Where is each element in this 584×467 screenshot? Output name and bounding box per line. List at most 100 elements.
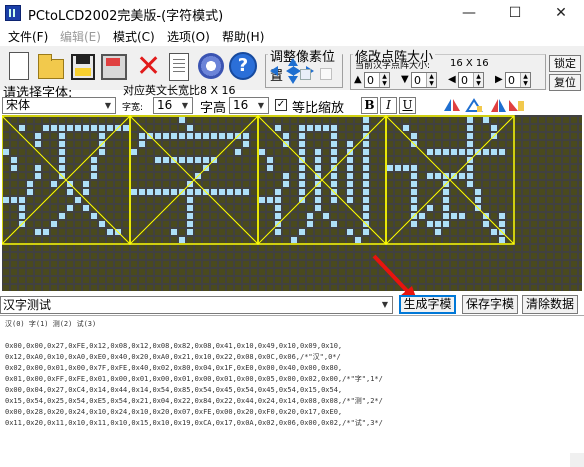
lit-pixel[interactable] <box>275 125 281 131</box>
lit-pixel[interactable] <box>299 229 305 235</box>
lit-pixel[interactable] <box>411 173 417 179</box>
lit-pixel[interactable] <box>107 229 113 235</box>
lit-pixel[interactable] <box>331 221 337 227</box>
lit-pixel[interactable] <box>331 149 337 155</box>
lit-pixel[interactable] <box>483 221 489 227</box>
lit-pixel[interactable] <box>363 141 369 147</box>
lattice-spin-3[interactable]: 0 ▲ ▼ <box>458 72 484 88</box>
lit-pixel[interactable] <box>35 165 41 171</box>
lit-pixel[interactable] <box>363 125 369 131</box>
lit-pixel[interactable] <box>123 125 129 131</box>
lit-pixel[interactable] <box>315 165 321 171</box>
shift-left-button[interactable] <box>270 66 281 77</box>
menu-options[interactable]: 选项(O) <box>167 28 210 45</box>
lit-pixel[interactable] <box>59 165 65 171</box>
lit-pixel[interactable] <box>187 125 193 131</box>
lit-pixel[interactable] <box>267 165 273 171</box>
lit-pixel[interactable] <box>363 117 369 123</box>
lit-pixel[interactable] <box>411 133 417 139</box>
lit-pixel[interactable] <box>11 197 17 203</box>
lit-pixel[interactable] <box>99 133 105 139</box>
lit-pixel[interactable] <box>75 125 81 131</box>
save-as-button[interactable] <box>97 48 130 84</box>
lit-pixel[interactable] <box>275 197 281 203</box>
lit-pixel[interactable] <box>363 189 369 195</box>
lit-pixel[interactable] <box>299 133 305 139</box>
height-select[interactable]: 16 ▼ <box>229 97 269 114</box>
lit-pixel[interactable] <box>499 213 505 219</box>
lit-pixel[interactable] <box>435 221 441 227</box>
page-button[interactable] <box>161 48 194 84</box>
lit-pixel[interactable] <box>475 197 481 203</box>
lit-pixel[interactable] <box>91 165 97 171</box>
lit-pixel[interactable] <box>323 125 329 131</box>
lit-pixel[interactable] <box>171 229 177 235</box>
text-input[interactable]: 汉字测试 ▼ <box>0 296 393 314</box>
lit-pixel[interactable] <box>443 213 449 219</box>
italic-button[interactable]: I <box>380 97 397 114</box>
lit-pixel[interactable] <box>187 221 193 227</box>
lit-pixel[interactable] <box>243 141 249 147</box>
lit-pixel[interactable] <box>211 133 217 139</box>
lit-pixel[interactable] <box>155 189 161 195</box>
lock-button[interactable]: 锁定 <box>549 55 581 72</box>
width-select[interactable]: 16 ▼ <box>153 97 193 114</box>
lit-pixel[interactable] <box>155 133 161 139</box>
lit-pixel[interactable] <box>259 149 265 155</box>
lit-pixel[interactable] <box>59 157 65 163</box>
lit-pixel[interactable] <box>259 197 265 203</box>
lit-pixel[interactable] <box>299 181 305 187</box>
resize-grip[interactable] <box>570 453 584 467</box>
lit-pixel[interactable] <box>67 189 73 195</box>
lit-pixel[interactable] <box>59 149 65 155</box>
lit-pixel[interactable] <box>443 149 449 155</box>
lit-pixel[interactable] <box>163 133 169 139</box>
lit-pixel[interactable] <box>331 197 337 203</box>
lit-pixel[interactable] <box>11 157 17 163</box>
lit-pixel[interactable] <box>59 141 65 147</box>
lit-pixel[interactable] <box>299 149 305 155</box>
lit-pixel[interactable] <box>467 125 473 131</box>
lit-pixel[interactable] <box>459 173 465 179</box>
lit-pixel[interactable] <box>139 141 145 147</box>
lit-pixel[interactable] <box>299 173 305 179</box>
lit-pixel[interactable] <box>91 157 97 163</box>
lit-pixel[interactable] <box>163 157 169 163</box>
open-button[interactable] <box>33 48 66 84</box>
lit-pixel[interactable] <box>491 149 497 155</box>
rotate-right-icon[interactable] <box>506 97 526 114</box>
lit-pixel[interactable] <box>499 149 505 155</box>
lit-pixel[interactable] <box>363 149 369 155</box>
lit-pixel[interactable] <box>299 141 305 147</box>
lit-pixel[interactable] <box>203 157 209 163</box>
lit-pixel[interactable] <box>147 189 153 195</box>
lattice-grid[interactable] <box>2 115 582 291</box>
lit-pixel[interactable] <box>67 125 73 131</box>
nav-left-icon[interactable]: ◀ <box>448 74 456 85</box>
lit-pixel[interactable] <box>27 181 33 187</box>
lit-pixel[interactable] <box>275 229 281 235</box>
lit-pixel[interactable] <box>187 229 193 235</box>
lit-pixel[interactable] <box>315 189 321 195</box>
lit-pixel[interactable] <box>411 165 417 171</box>
save-button[interactable] <box>65 48 98 84</box>
lit-pixel[interactable] <box>3 197 9 203</box>
lit-pixel[interactable] <box>467 133 473 139</box>
lit-pixel[interactable] <box>227 189 233 195</box>
lit-pixel[interactable] <box>195 189 201 195</box>
minimize-button[interactable]: — <box>446 0 492 27</box>
lattice-spin-2[interactable]: 0 ▲ ▼ <box>411 72 437 88</box>
lit-pixel[interactable] <box>99 221 105 227</box>
proportional-checkbox[interactable]: ✓ <box>275 99 287 111</box>
lit-pixel[interactable] <box>67 205 73 211</box>
settings-button[interactable] <box>193 48 226 84</box>
lit-pixel[interactable] <box>227 133 233 139</box>
lit-pixel[interactable] <box>331 141 337 147</box>
lattice-spin-1[interactable]: 0 ▲ ▼ <box>364 72 390 88</box>
lit-pixel[interactable] <box>163 189 169 195</box>
lit-pixel[interactable] <box>363 205 369 211</box>
lit-pixel[interactable] <box>91 173 97 179</box>
lit-pixel[interactable] <box>51 221 57 227</box>
lit-pixel[interactable] <box>35 141 41 147</box>
lit-pixel[interactable] <box>243 189 249 195</box>
